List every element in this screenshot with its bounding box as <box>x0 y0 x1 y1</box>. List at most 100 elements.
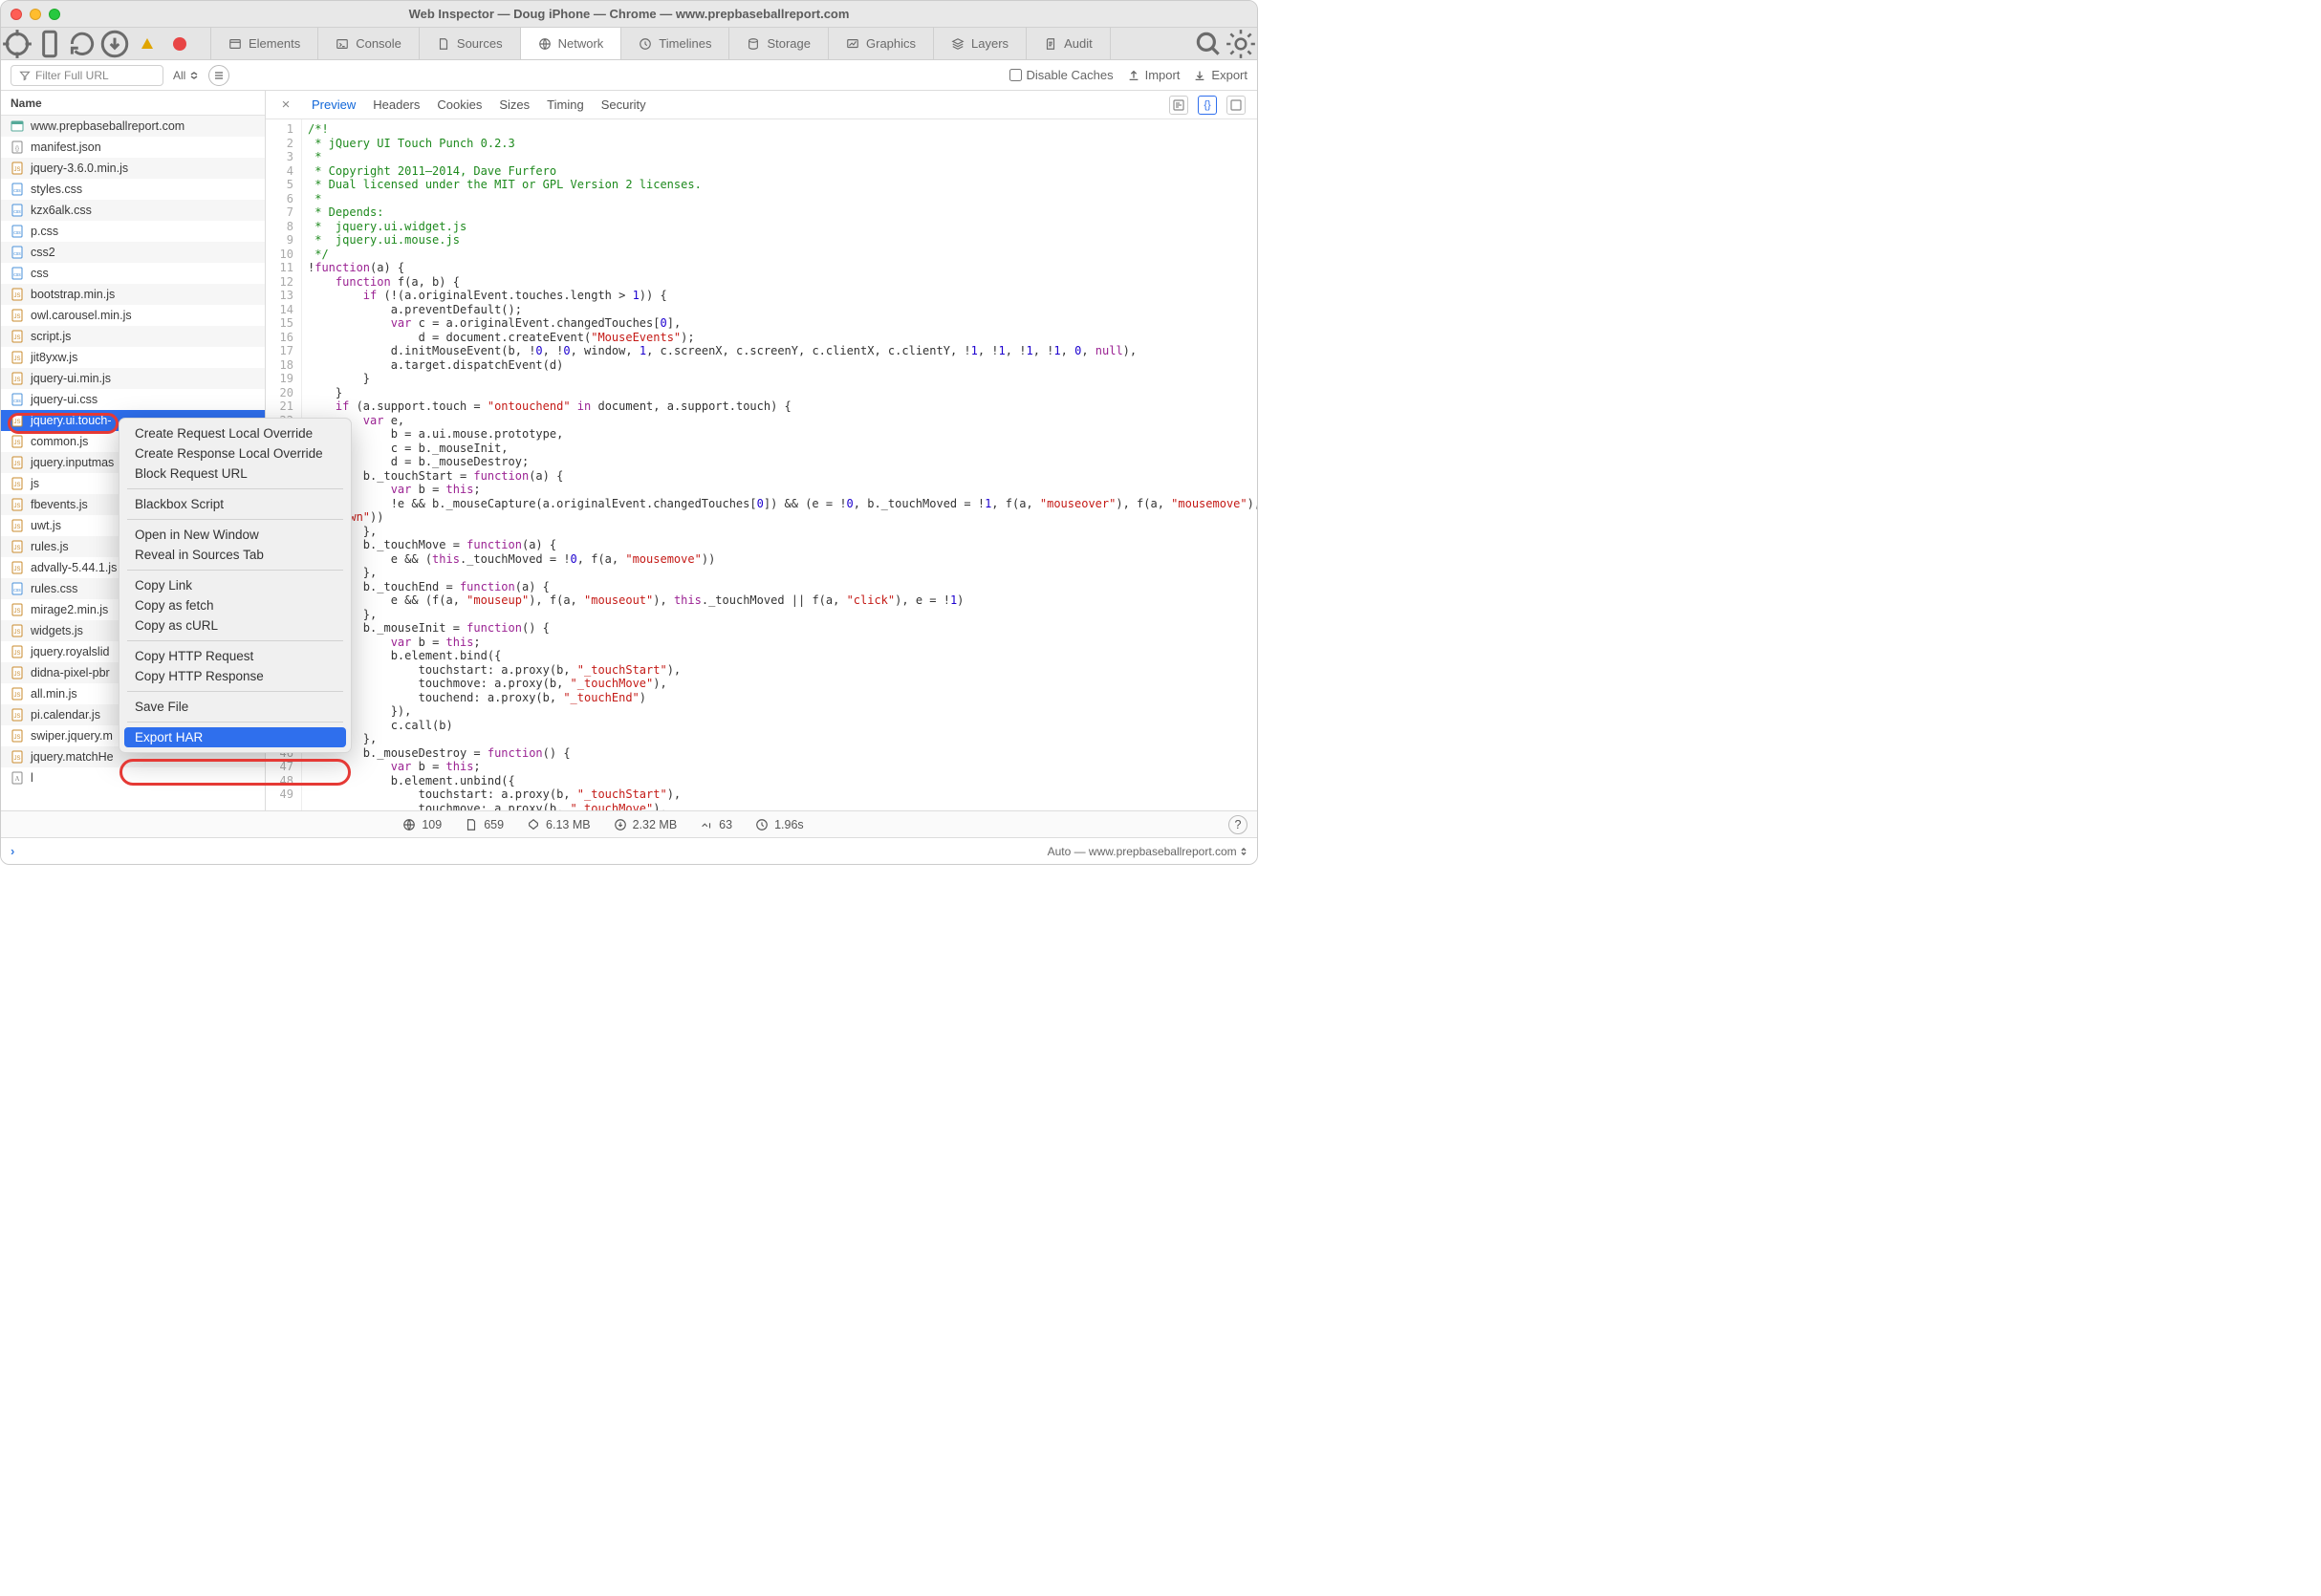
braces-icon[interactable]: {} <box>1198 96 1217 115</box>
file-type-icon: JS <box>11 498 24 511</box>
context-menu[interactable]: Create Request Local OverrideCreate Resp… <box>119 418 352 753</box>
svg-text:JS: JS <box>13 672 20 678</box>
file-type-icon: css <box>11 183 24 196</box>
tab-sources[interactable]: Sources <box>420 28 521 59</box>
file-type-icon: JS <box>11 414 24 427</box>
svg-text:css: css <box>13 188 21 194</box>
file-type-icon: JS <box>11 645 24 658</box>
file-type-icon: JS <box>11 624 24 637</box>
group-toggle-icon[interactable] <box>208 65 229 86</box>
subtab-preview[interactable]: Preview <box>312 97 356 112</box>
close-window-button[interactable] <box>11 9 22 20</box>
reload-icon[interactable] <box>66 28 98 59</box>
menu-item[interactable]: Create Request Local Override <box>119 423 351 443</box>
close-detail-button[interactable]: × <box>277 97 294 113</box>
file-type-icon: JS <box>11 435 24 448</box>
stat-total-size: 6.13 MB <box>527 818 591 831</box>
resource-row[interactable]: csskzx6alk.css <box>1 200 265 221</box>
disable-caches-checkbox[interactable]: Disable Caches <box>1009 68 1114 82</box>
menu-item[interactable]: Copy as cURL <box>119 615 351 636</box>
resource-row[interactable]: Al <box>1 767 265 788</box>
window-titlebar: Web Inspector — Doug iPhone — Chrome — w… <box>1 1 1257 28</box>
menu-item[interactable]: Blackbox Script <box>119 494 351 514</box>
file-type-icon: JS <box>11 351 24 364</box>
resource-row[interactable]: csscss2 <box>1 242 265 263</box>
target-picker-icon[interactable] <box>1 28 33 59</box>
svg-text:JS: JS <box>13 567 20 572</box>
svg-text:A: A <box>14 775 19 783</box>
menu-item[interactable]: Copy HTTP Response <box>119 666 351 686</box>
tab-layers[interactable]: Layers <box>934 28 1027 59</box>
file-type-icon: JS <box>11 519 24 532</box>
export-har-button[interactable]: Export <box>1193 68 1247 82</box>
scope-selector[interactable]: All <box>173 69 199 82</box>
file-type-icon: JS <box>11 309 24 322</box>
resource-row[interactable]: JSjquery-3.6.0.min.js <box>1 158 265 179</box>
menu-item[interactable]: Copy Link <box>119 575 351 595</box>
menu-item[interactable]: Create Response Local Override <box>119 443 351 464</box>
resource-row[interactable]: www.prepbaseballreport.com <box>1 116 265 137</box>
resource-row[interactable]: JSscript.js <box>1 326 265 347</box>
resource-row[interactable]: JSowl.carousel.min.js <box>1 305 265 326</box>
svg-text:JS: JS <box>13 462 20 467</box>
menu-item[interactable]: Copy as fetch <box>119 595 351 615</box>
name-column-header[interactable]: Name <box>1 91 265 116</box>
menu-item[interactable]: Reveal in Sources Tab <box>119 545 351 565</box>
menu-item[interactable]: Copy HTTP Request <box>119 646 351 666</box>
file-type-icon: JS <box>11 750 24 764</box>
resource-row[interactable]: JSjit8yxw.js <box>1 347 265 368</box>
execution-context[interactable]: Auto — www.prepbaseballreport.com <box>1048 845 1237 858</box>
resource-row[interactable]: JSjquery-ui.min.js <box>1 368 265 389</box>
file-type-icon: JS <box>11 729 24 743</box>
tab-graphics[interactable]: Graphics <box>829 28 934 59</box>
resource-row[interactable]: JSbootstrap.min.js <box>1 284 265 305</box>
resource-row[interactable]: cssstyles.css <box>1 179 265 200</box>
menu-item[interactable]: Open in New Window <box>119 525 351 545</box>
svg-text:JS: JS <box>13 314 20 320</box>
menu-item[interactable]: Export HAR <box>124 727 346 747</box>
tab-storage[interactable]: Storage <box>729 28 829 59</box>
source-code-view[interactable]: /*! * jQuery UI Touch Punch 0.2.3 * * Co… <box>302 119 1257 810</box>
zoom-window-button[interactable] <box>49 9 60 20</box>
tab-network[interactable]: Network <box>521 28 622 59</box>
import-har-button[interactable]: Import <box>1127 68 1181 82</box>
minimize-window-button[interactable] <box>30 9 41 20</box>
subtab-security[interactable]: Security <box>601 97 646 112</box>
resource-row[interactable]: cssjquery-ui.css <box>1 389 265 410</box>
file-type-icon: {} <box>11 140 24 154</box>
status-bar: 109 659 6.13 MB 2.32 MB 63 1.96s ? <box>1 810 1257 837</box>
svg-text:JS: JS <box>13 609 20 615</box>
resource-row[interactable]: {}manifest.json <box>1 137 265 158</box>
svg-text:JS: JS <box>13 420 20 425</box>
svg-text:JS: JS <box>13 377 20 383</box>
settings-gear-icon[interactable] <box>1225 28 1257 59</box>
subtab-sizes[interactable]: Sizes <box>499 97 530 112</box>
tab-console[interactable]: Console <box>318 28 420 59</box>
search-icon[interactable] <box>1192 28 1225 59</box>
resource-row[interactable]: csscss <box>1 263 265 284</box>
menu-item[interactable]: Save File <box>119 697 351 717</box>
download-icon[interactable] <box>98 28 131 59</box>
subtab-headers[interactable]: Headers <box>373 97 420 112</box>
tab-elements[interactable]: Elements <box>211 28 318 59</box>
errors-icon[interactable] <box>163 28 196 59</box>
file-type-icon: JS <box>11 477 24 490</box>
console-prompt-bar[interactable]: › Auto — www.prepbaseballreport.com <box>1 837 1257 864</box>
window-title: Web Inspector — Doug iPhone — Chrome — w… <box>1 7 1257 21</box>
detail-subtab-bar: × Preview Headers Cookies Sizes Timing Securi… <box>266 91 1257 119</box>
svg-text:JS: JS <box>13 504 20 509</box>
svg-text:JS: JS <box>13 630 20 636</box>
device-icon[interactable] <box>33 28 66 59</box>
resource-row[interactable]: cssp.css <box>1 221 265 242</box>
subtab-cookies[interactable]: Cookies <box>437 97 482 112</box>
menu-item[interactable]: Block Request URL <box>119 464 351 484</box>
pretty-print-icon[interactable] <box>1169 96 1188 115</box>
subtab-timing[interactable]: Timing <box>547 97 584 112</box>
file-type-icon: css <box>11 225 24 238</box>
wrap-lines-icon[interactable] <box>1226 96 1246 115</box>
filter-url-input[interactable]: Filter Full URL <box>11 65 163 86</box>
tab-audit[interactable]: Audit <box>1027 28 1111 59</box>
warnings-icon[interactable] <box>131 28 163 59</box>
help-button[interactable]: ? <box>1228 815 1247 834</box>
tab-timelines[interactable]: Timelines <box>621 28 729 59</box>
